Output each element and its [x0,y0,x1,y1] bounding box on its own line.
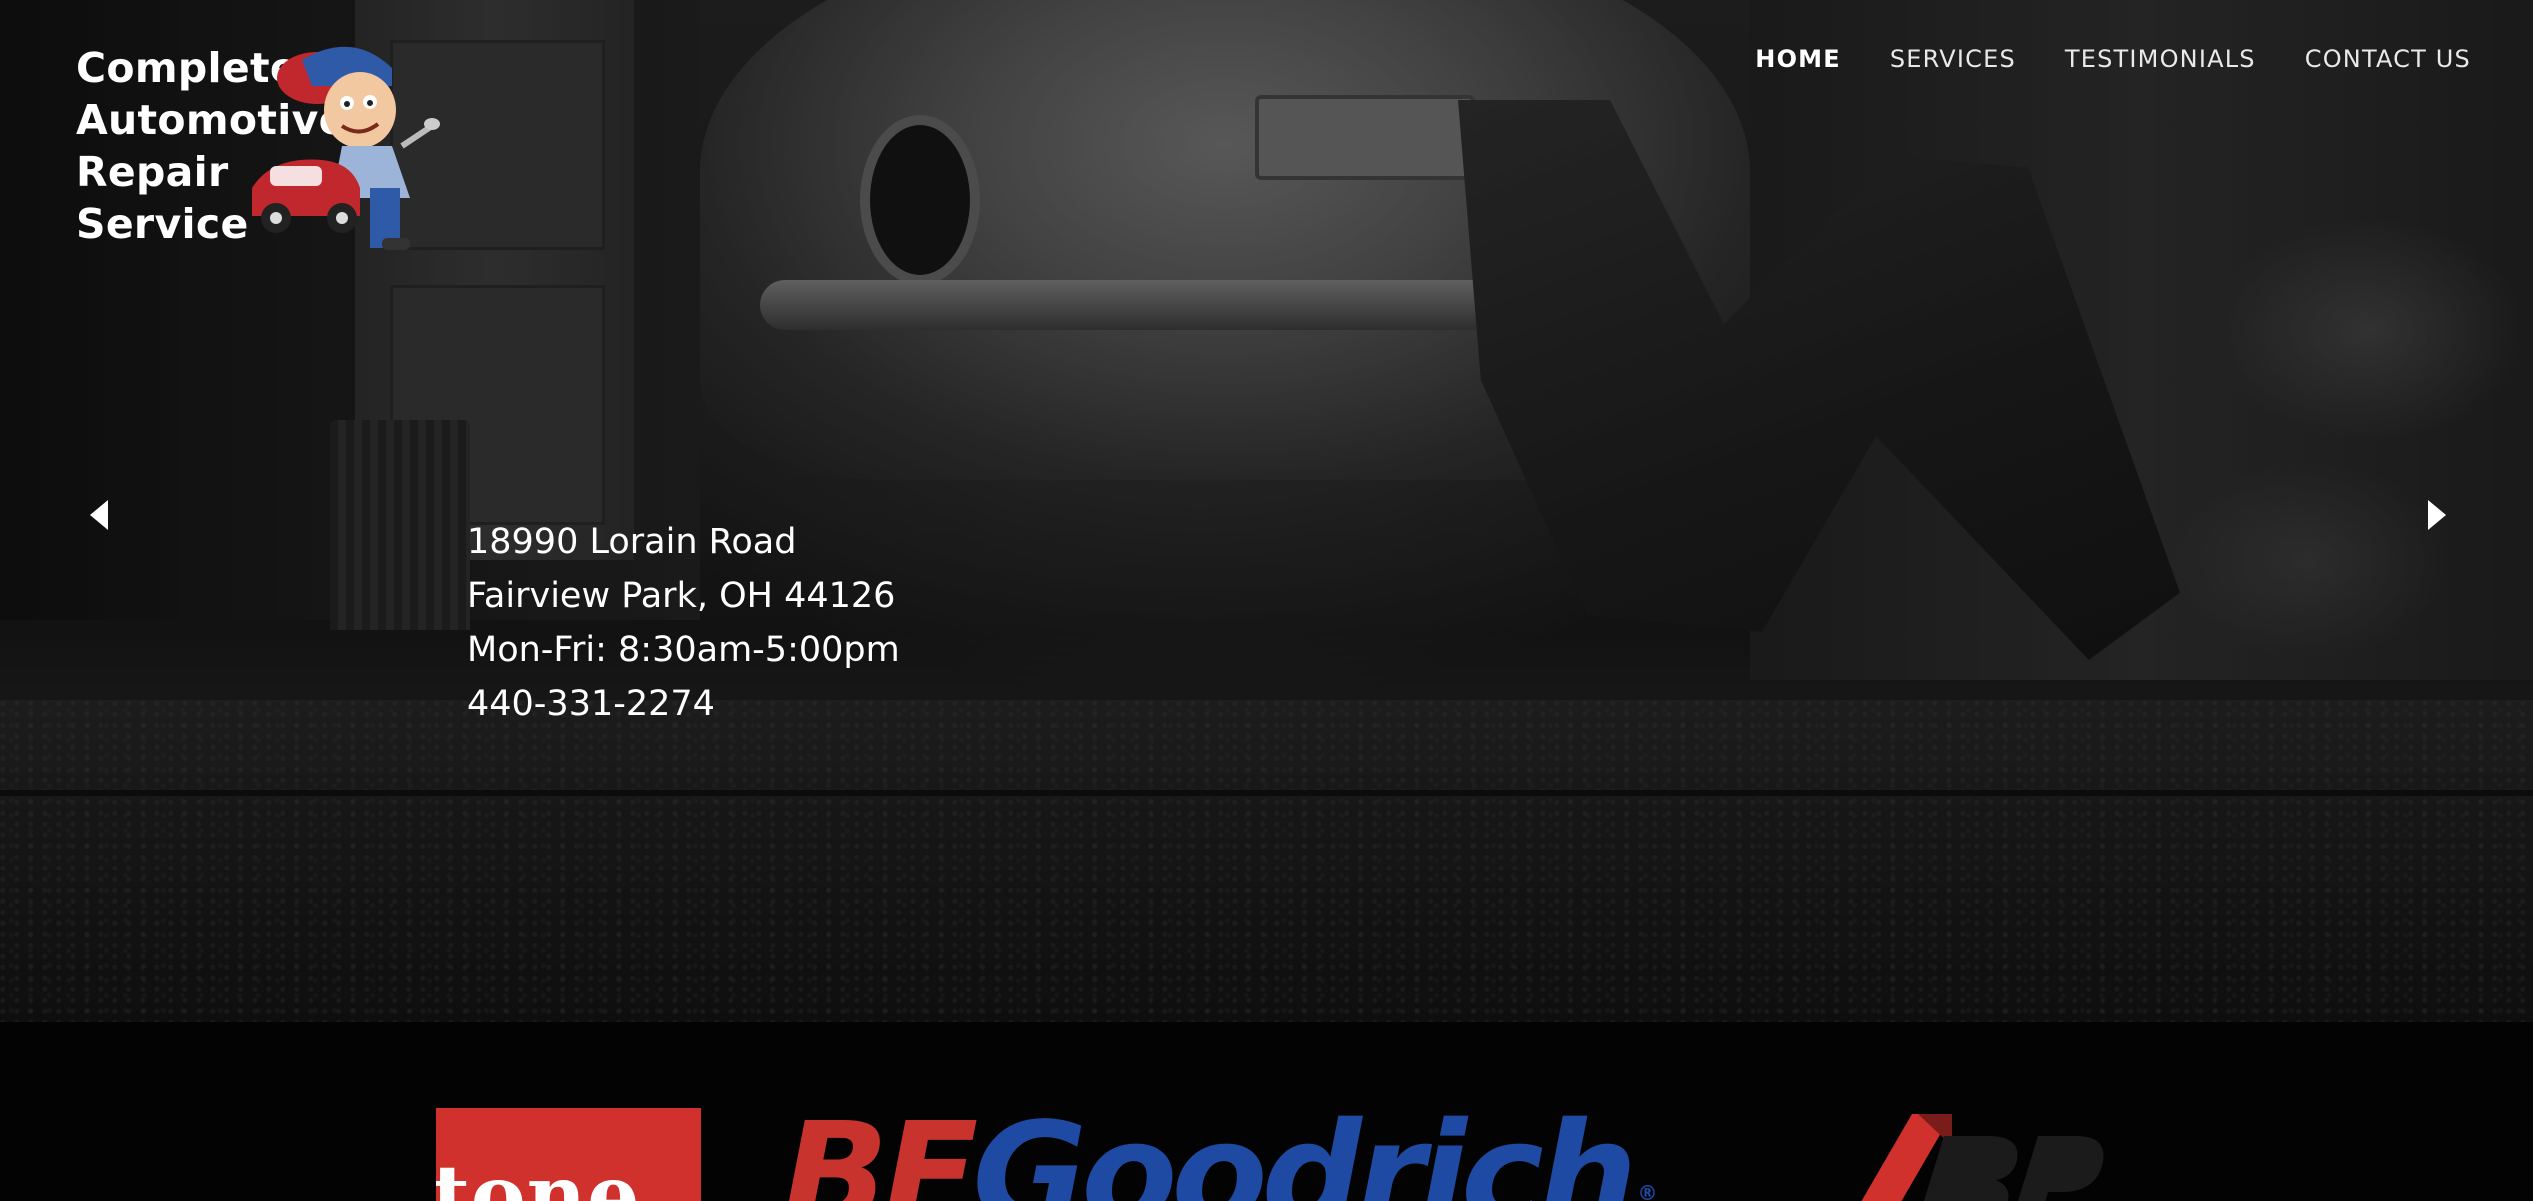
main-nav: HOME SERVICES TESTIMONIALS CONTACT US [1755,45,2471,73]
mechanic-mascot-icon [252,46,440,250]
slider-next-icon[interactable] [2420,498,2450,532]
bfgoodrich-bf-text: BF [782,1093,978,1201]
address-line-2: Fairview Park, OH 44126 [467,576,896,616]
firestone-logo-text: tone [436,1148,641,1201]
bfgoodrich-name-text: Goodrich [972,1093,1637,1201]
nav-contact-us[interactable]: CONTACT US [2305,45,2471,73]
nav-testimonials[interactable]: TESTIMONIALS [2065,45,2256,73]
address-line-1: 18990 Lorain Road [467,522,797,562]
bridgestone-logo-icon [1861,1114,2104,1201]
tire-brands-strip: tone BFGoodrich ® [0,1022,2533,1201]
nav-home[interactable]: HOME [1755,45,1841,73]
phone-number: 440-331-2274 [467,684,715,724]
business-hours: Mon-Fri: 8:30am-5:00pm [467,630,900,670]
shop-info: 18990 Lorain Road Fairview Park, OH 4412… [467,515,900,731]
bfgoodrich-logo: BFGoodrich ® [782,1105,1658,1201]
nav-services[interactable]: SERVICES [1890,45,2016,73]
slider-prev-icon[interactable] [86,498,116,532]
site-logo[interactable]: Complete Automotive Repair Service [72,38,462,253]
registered-mark: ® [1637,1181,1658,1201]
firestone-logo: tone [436,1108,701,1201]
